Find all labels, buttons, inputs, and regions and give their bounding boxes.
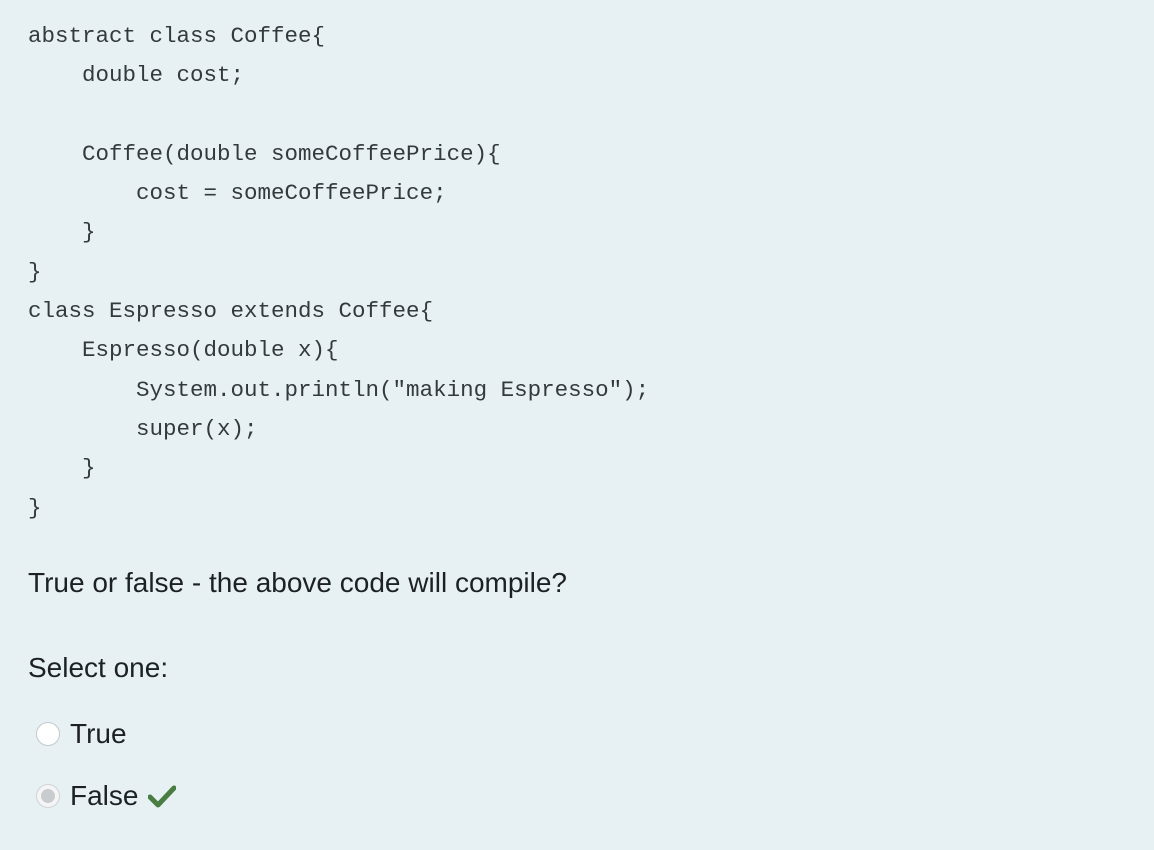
- option-false-label[interactable]: False: [70, 776, 138, 816]
- question-prompt: True or false - the above code will comp…: [28, 567, 567, 598]
- radio-true[interactable]: [36, 722, 60, 746]
- code-line: }: [28, 258, 42, 285]
- code-line: Espresso(double x){: [28, 337, 339, 364]
- code-line: }: [28, 494, 42, 521]
- option-false[interactable]: False: [36, 776, 177, 816]
- code-line: System.out.println("making Espresso");: [28, 376, 650, 403]
- code-line: }: [28, 455, 96, 482]
- code-line: cost = someCoffeePrice;: [28, 180, 447, 207]
- option-true[interactable]: True: [36, 714, 127, 754]
- code-line: super(x);: [28, 415, 258, 442]
- option-true-label[interactable]: True: [70, 714, 127, 754]
- code-line: double cost;: [28, 62, 245, 89]
- code-line: Coffee(double someCoffeePrice){: [28, 140, 501, 167]
- radio-false[interactable]: [36, 784, 60, 808]
- code-block: abstract class Coffee{ double cost; Coff…: [28, 17, 649, 528]
- question-container: abstract class Coffee{ double cost; Coff…: [0, 0, 1154, 850]
- select-one-label: Select one:: [28, 652, 169, 683]
- code-line: abstract class Coffee{: [28, 23, 326, 49]
- code-line: class Espresso extends Coffee{: [28, 298, 434, 325]
- check-icon: [148, 785, 177, 808]
- code-line: }: [28, 219, 96, 246]
